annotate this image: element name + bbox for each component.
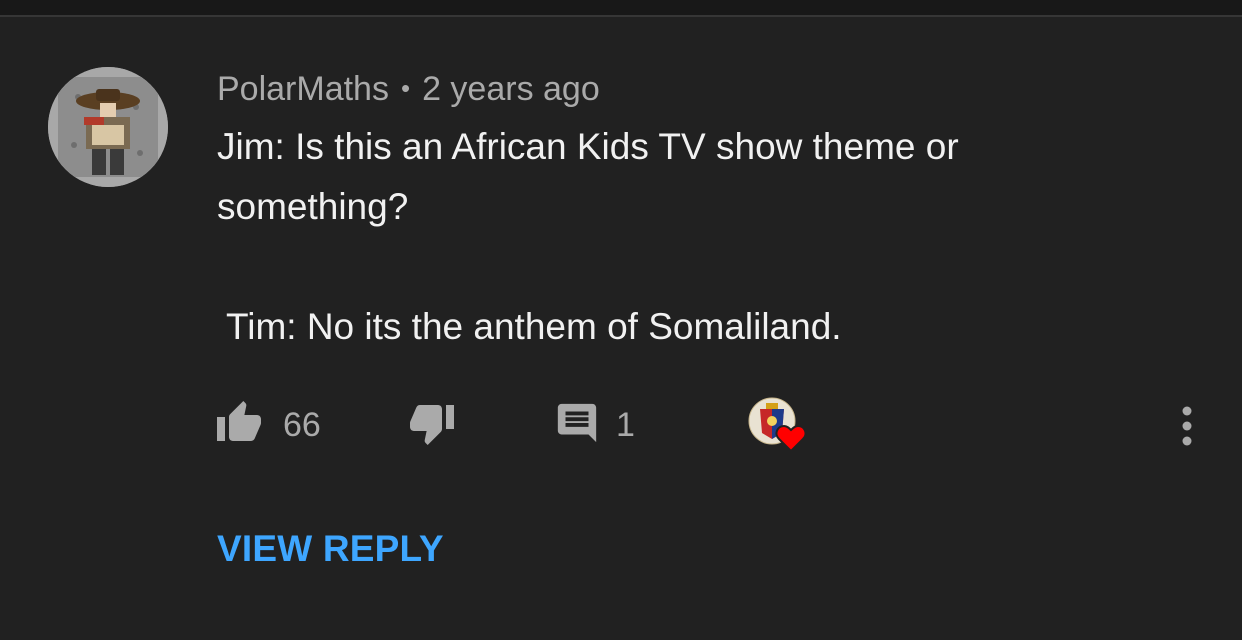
view-reply-button[interactable]: VIEW REPLY <box>217 528 444 570</box>
comment-line: something? <box>217 186 409 227</box>
avatar[interactable] <box>48 67 168 187</box>
creator-heart-icon <box>746 393 810 458</box>
like-count: 66 <box>283 405 321 444</box>
comment-icon[interactable] <box>554 400 600 451</box>
top-divider <box>0 0 1242 17</box>
comment-screen: PolarMaths • 2 years ago Jim: Is this an A… <box>0 0 1242 640</box>
like-action: 66 <box>215 395 321 455</box>
more-options <box>1172 395 1202 455</box>
comment-line: Jim: Is this an African Kids TV show the… <box>217 126 959 167</box>
comment-meta: PolarMaths • 2 years ago <box>217 66 600 111</box>
meta-separator: • <box>400 73 411 103</box>
thumbs-up-icon[interactable] <box>215 399 263 452</box>
thumbs-down-icon[interactable] <box>408 399 456 452</box>
avatar-image <box>48 67 168 187</box>
comment-text: Jim: Is this an African Kids TV show the… <box>217 117 1177 357</box>
reply-action: 1 <box>554 395 635 455</box>
author-name[interactable]: PolarMaths <box>217 70 389 108</box>
creator-heart <box>746 395 810 455</box>
reply-count: 1 <box>616 405 635 444</box>
comment-action-bar: 66 1 <box>0 395 1242 455</box>
more-vertical-icon[interactable] <box>1172 399 1202 452</box>
comment-timestamp[interactable]: 2 years ago <box>422 70 600 108</box>
comment-line: Tim: No its the anthem of Somaliland. <box>226 306 842 347</box>
dislike-action <box>408 395 456 455</box>
